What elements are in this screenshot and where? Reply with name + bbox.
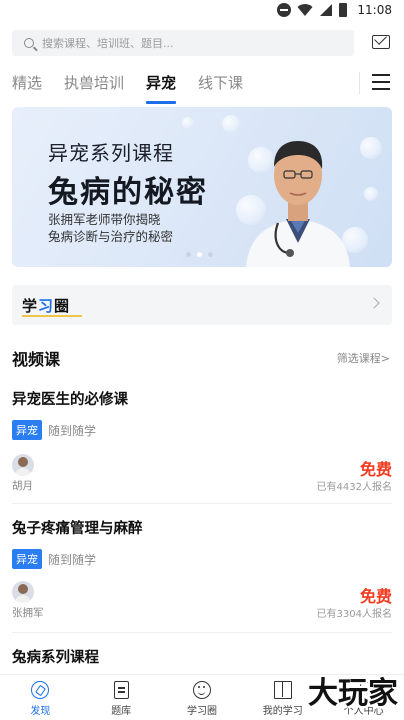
smile-icon [192,681,211,699]
teacher-avatar [12,454,34,476]
banner-desc-line1: 张拥军老师带你揭晓 [48,212,161,227]
course-price: 免费 [359,460,392,479]
course-title: 异宠医生的必修课 [12,392,128,408]
category-tabs: 精选 执兽培训 异宠 线下课 [12,70,265,104]
nav-label: 题库 [111,706,132,717]
course-title: 兔子疼痛管理与麻醉 [12,521,143,537]
filter-courses-link[interactable]: 筛选课程> [337,350,390,366]
compass-icon [31,681,50,699]
nav-study-circle[interactable]: 学习圈 [162,675,243,720]
signal-icon [320,4,333,16]
promo-banner[interactable]: 异宠系列课程 兔病的秘密 张拥军老师带你揭晓 兔病诊断与治疗的秘密 [12,107,392,267]
banner-headline: 兔病的秘密 [48,175,208,210]
banner-dot-active[interactable] [197,252,202,257]
document-icon [113,681,129,699]
enroll-count: 已有4432人报名 [316,482,392,493]
search-bar[interactable] [12,30,354,56]
decor-bubble [360,137,382,159]
course-card[interactable]: 兔子疼痛管理与麻醉 异宠 随到随学 张拥军 免费 已有3304人报名 [12,517,392,621]
nav-discover[interactable]: 发现 [0,675,81,720]
search-input[interactable] [42,36,322,50]
nav-label: 学习圈 [186,706,217,717]
book-icon [273,681,292,699]
status-time: 11:08 [357,3,392,17]
menu-icon[interactable] [372,74,390,90]
section-title: 视频课 [12,350,61,369]
status-icons: 11:08 [277,3,392,17]
watermark-logo: 大玩家 [308,676,398,711]
study-circle-logo: 学习圈 [22,295,70,316]
course-mode: 随到随学 [48,423,97,438]
teacher-name: 胡月 [12,480,33,492]
banner-dot[interactable] [208,252,213,257]
battery-icon [339,3,348,17]
course-category-tag: 异宠 [12,420,42,440]
do-not-disturb-icon [277,3,292,17]
course-tags: 异宠 随到随学 [12,549,392,569]
study-circle-logo-part: 圈 [54,297,71,315]
wifi-icon [297,4,313,17]
tabs-separator [359,72,360,94]
enroll-count: 已有3304人报名 [316,609,392,620]
banner-dot[interactable] [186,252,191,257]
course-mode: 随到随学 [48,552,97,567]
doctor-photo [246,141,350,267]
banner-title: 异宠系列课程 [48,141,174,165]
tab-vet-training[interactable]: 执兽培训 [64,70,124,100]
tab-offline[interactable]: 线下课 [198,70,243,100]
tab-exotic-pets[interactable]: 异宠 [146,70,177,104]
banner-description: 张拥军老师带你揭晓 兔病诊断与治疗的秘密 [48,211,173,245]
study-circle-logo-part: 学 [22,297,39,315]
divider [12,632,392,633]
course-title: 兔病系列课程 [12,650,99,666]
chevron-right-icon [368,297,380,309]
banner-pagination [186,252,213,257]
study-circle-logo-part: 习 [38,297,55,315]
teacher-name: 张拥军 [12,607,44,619]
message-icon[interactable] [372,35,390,49]
tab-selected[interactable]: 精选 [12,70,42,100]
study-circle-entry[interactable]: 学习圈 [12,285,392,325]
divider [12,503,392,504]
course-tags: 异宠 随到随学 [12,420,392,440]
decor-bubble [182,117,194,129]
teacher-avatar [12,581,34,603]
course-card[interactable]: 异宠医生的必修课 异宠 随到随学 胡月 免费 已有4432人报名 [12,388,392,493]
course-price: 免费 [359,587,392,606]
search-icon [24,38,34,48]
decor-bubble [364,187,378,201]
course-card[interactable]: 兔病系列课程 [12,646,392,670]
course-category-tag: 异宠 [12,549,42,569]
status-bar: 11:08 [0,0,404,22]
banner-desc-line2: 兔病诊断与治疗的秘密 [48,229,174,244]
nav-label: 发现 [30,706,51,717]
app-screen: 11:08 精选 执兽培训 异宠 线下课 异宠系列课程 兔病的秘密 张拥军老师带… [0,0,404,720]
study-circle-underline [22,315,82,317]
nav-question-bank[interactable]: 题库 [81,675,162,720]
